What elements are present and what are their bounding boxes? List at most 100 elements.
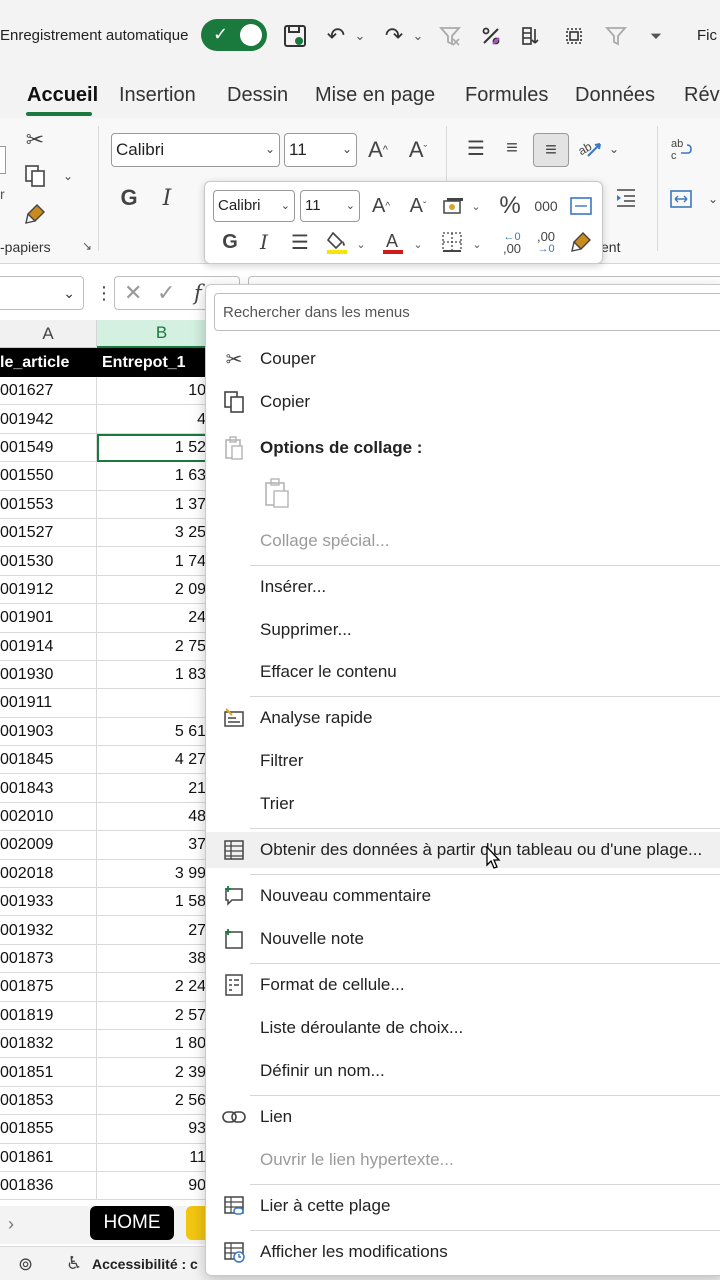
cell-code-article[interactable]: 001836 [0,1171,97,1201]
cell-entrepot-1[interactable]: 37 [97,831,210,859]
chevron-down-icon[interactable]: ⌄ [412,236,424,252]
chevron-down-icon[interactable]: ⌄ [355,236,367,252]
confirm-icon[interactable]: ✓ [157,280,175,306]
clear-filter-icon[interactable] [436,20,464,52]
format-painter-icon[interactable] [22,200,48,228]
tab-donnees[interactable]: Données [575,84,655,107]
cell-code-article[interactable]: 001933 [0,888,97,917]
menu-item-lien[interactable]: Lien [206,1099,720,1135]
cell-entrepot-1[interactable]: 48 [97,803,210,831]
mini-increase-font-icon[interactable]: A ^ [367,191,395,221]
align-bottom-icon[interactable]: ≡ [533,133,569,167]
cell-entrepot-1[interactable]: 1 83 [97,661,210,689]
menu-item-analyse-rapide[interactable]: Analyse rapide [206,700,720,736]
cell-code-article[interactable]: 002010 [0,802,97,832]
cell-code-article[interactable]: 001942 [0,405,97,434]
cell-entrepot-1[interactable]: 21 [97,774,210,802]
cell-code-article[interactable]: 001901 [0,604,97,633]
cell-entrepot-1[interactable]: 27 [97,916,210,944]
menu-item-liste-deroulante[interactable]: Liste déroulante de choix... [206,1010,720,1046]
cell-code-article[interactable]: 001914 [0,632,97,661]
tab-formules[interactable]: Formules [465,84,548,107]
cell-code-article[interactable]: 001530 [0,547,97,576]
menu-item-filtrer[interactable]: Filtrer [206,743,720,779]
menu-item-nouvelle-note[interactable]: Nouvelle note [206,921,720,957]
cell-code-article[interactable]: 001843 [0,774,97,803]
cell-code-article[interactable]: 001903 [0,717,97,747]
tab-accueil[interactable]: Accueil [27,84,98,107]
insert-function-icon[interactable]: f [194,281,202,305]
merge-center-icon[interactable] [666,184,696,214]
cell-code-article[interactable]: 001549 [0,433,97,463]
decrease-font-icon[interactable]: Aˇ [404,136,432,164]
menu-item-afficher-modifications[interactable]: Afficher les modifications [206,1234,720,1270]
redo-icon[interactable]: ↷ [380,20,408,52]
undo-dropdown-icon[interactable]: ⌄ [353,20,367,52]
header-cell-entrepot[interactable]: Entrepot_1 [102,348,212,377]
accessibility-icon[interactable]: ♿ [66,1253,82,1274]
cell-entrepot-1[interactable]: 5 61 [97,718,210,746]
align-middle-icon[interactable]: ≡ [498,134,526,162]
undo-icon[interactable]: ↶ [322,20,350,52]
mini-thousands-icon[interactable]: 000 [531,193,561,219]
cell-code-article[interactable]: 001873 [0,944,97,974]
tab-revision[interactable]: Révi [684,84,720,107]
mini-number-format-icon[interactable] [439,191,467,221]
mini-decrease-decimal-icon[interactable]: ,00 →0 [531,228,561,258]
cell-entrepot-1[interactable]: 2 56 [97,1087,210,1115]
cell-entrepot-1[interactable]: 2 57 [97,1002,210,1030]
mini-fill-color-icon[interactable] [323,228,351,256]
cell-entrepot-1[interactable]: 1 58 [97,888,210,916]
cell-entrepot-1[interactable]: 3 99 [97,860,210,888]
menu-item-trier[interactable]: Trier [206,786,720,822]
tab-insertion[interactable]: Insertion [119,84,196,107]
mini-font-color-icon[interactable]: A [379,228,407,256]
chevron-down-icon[interactable]: ⌄ [471,236,483,252]
mini-align-center-icon[interactable]: ☰ [287,228,313,256]
cell-code-article[interactable]: 001550 [0,462,97,491]
cell-mode-icon[interactable]: ⊚ [18,1254,33,1275]
accessibility-status[interactable]: Accessibilité : c [92,1256,198,1272]
cell-entrepot-1[interactable]: 24 [97,604,210,632]
cell-code-article[interactable]: 001861 [0,1143,97,1172]
paste-button-fragment[interactable] [0,146,6,174]
mini-font-name-select[interactable]: Calibri ⌄ [213,190,295,222]
cell-entrepot-1[interactable]: 1 37 [97,491,210,519]
increase-indent-icon[interactable] [612,184,640,212]
cell-code-article[interactable]: 001911 [0,689,97,718]
sort-icon[interactable] [518,20,546,52]
chevron-right-icon[interactable]: › [8,1214,14,1235]
bold-icon[interactable]: G [118,184,140,212]
menu-item-supprimer[interactable]: Supprimer... [206,612,720,648]
dialog-launcher-icon[interactable]: ↘ [82,239,92,253]
menu-item-effacer[interactable]: Effacer le contenu [206,654,720,690]
menu-item-couper[interactable]: ✂ Couper [206,341,720,377]
mini-italic-icon[interactable]: I [255,228,273,256]
cell-code-article[interactable]: 001855 [0,1115,97,1144]
cell-entrepot-1[interactable]: 1 63 [97,462,210,490]
cell-code-article[interactable]: 001912 [0,575,97,605]
mini-bold-icon[interactable]: G [219,228,241,256]
cell-code-article[interactable]: 001930 [0,660,97,690]
percent-icon[interactable] [477,20,505,52]
menu-item-copier[interactable]: Copier [206,384,720,420]
cell-entrepot-1[interactable]: 10 [97,377,210,405]
cell-entrepot-1[interactable] [97,689,210,717]
cell-code-article[interactable]: 001851 [0,1058,97,1087]
active-cell[interactable]: 1 52 [97,433,210,463]
orientation-icon[interactable]: ab [575,134,603,162]
mini-borders-icon[interactable] [438,228,466,256]
cell-code-article[interactable]: 001527 [0,518,97,548]
cancel-icon[interactable]: ✕ [124,280,142,306]
autosave-toggle[interactable]: ✓ [201,19,267,51]
redo-dropdown-icon[interactable]: ⌄ [411,20,425,52]
italic-icon[interactable]: I [157,184,177,212]
cell-code-article[interactable]: 002018 [0,859,97,889]
cell-code-article[interactable]: 001832 [0,1029,97,1059]
increase-font-icon[interactable]: A ^ [364,136,392,164]
column-header-a[interactable]: A [0,320,97,348]
font-size-select[interactable]: 11 ⌄ [284,133,357,167]
font-name-select[interactable]: Calibri ⌄ [111,133,280,167]
cut-icon[interactable]: ✂ [22,126,48,154]
menu-item-inserer[interactable]: Insérer... [206,569,720,605]
